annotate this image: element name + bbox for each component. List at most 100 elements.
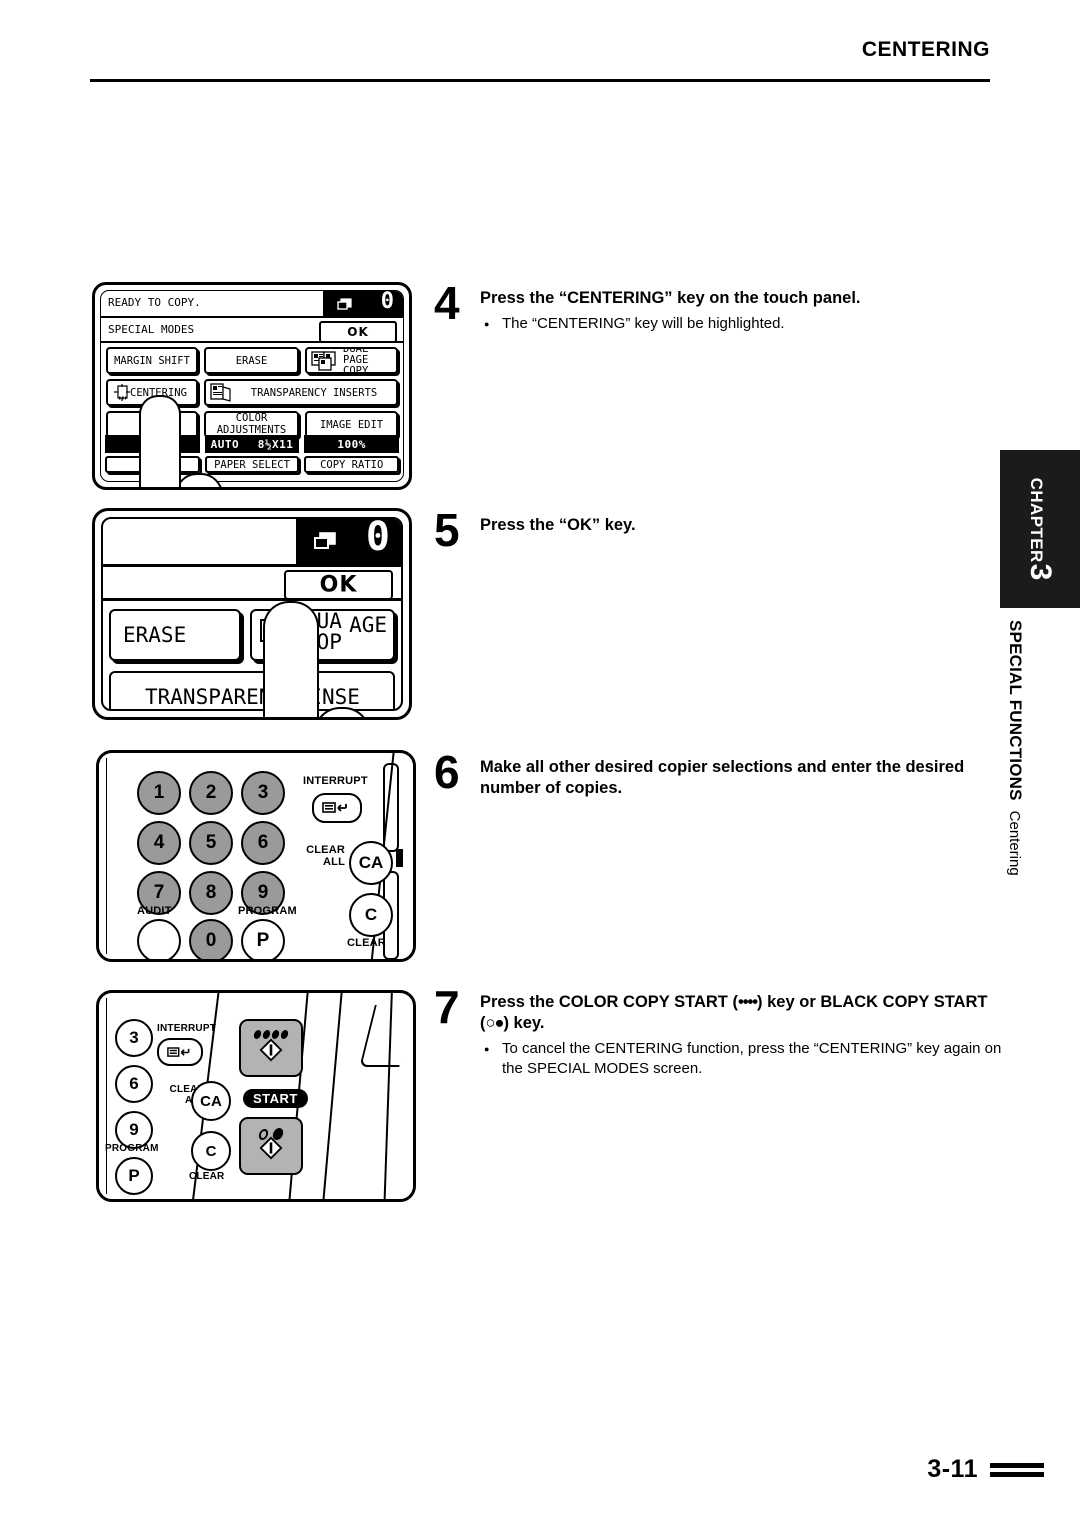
erase-key[interactable]: ERASE [204, 347, 299, 374]
step-6-heading: Make all other desired copier selections… [480, 758, 965, 798]
copy-ratio-value: 100% [304, 435, 400, 453]
panel-edge-slot-top [383, 763, 399, 852]
clear-label: CLEAR [189, 1171, 225, 1182]
step-7-bullet-1: To cancel the CENTERING function, press … [480, 1039, 1014, 1078]
transparency-inserts-key[interactable]: TRANSPARENCY INSERTS [204, 379, 398, 406]
copy-ratio-label[interactable]: COPY RATIO [304, 456, 400, 473]
ok-button-magnified[interactable]: OK [284, 570, 393, 600]
step-4-number: 4 [434, 277, 460, 329]
start-diamond-icon [259, 1038, 283, 1067]
key-3[interactable]: 3 [115, 1019, 153, 1057]
page-header: CENTERING [90, 38, 990, 82]
interrupt-key[interactable] [157, 1038, 203, 1066]
magnified-key-row: ERASE DUA COP AGE [109, 609, 395, 661]
step-7-heading: Press the COLOR COPY START (••••) key or… [480, 992, 1014, 1034]
dual-page-copy-key[interactable]: DUAL PAGE COPY [305, 347, 398, 374]
copy-count-box: 0 [323, 291, 403, 318]
paper-tray-icon [314, 531, 338, 550]
magnified-transparency-row: TRANSPARENCY INSE [109, 671, 395, 709]
key-4[interactable]: 4 [137, 821, 181, 865]
step-7-number: 7 [434, 981, 460, 1033]
step-7: 7 Press the COLOR COPY START (••••) key … [434, 984, 1014, 1078]
image-edit-key[interactable]: IMAGE EDIT [305, 411, 398, 438]
keypad-shell: 1 2 3 4 5 6 7 8 9 0 P AUDIT PROGRAM INTE… [96, 750, 416, 962]
step-4-bullet-1: The “CENTERING” key will be highlighted. [480, 314, 1014, 334]
clear-all-key[interactable]: CA [349, 841, 393, 885]
color-adjustments-key[interactable]: COLOR ADJUSTMENTS [204, 411, 299, 438]
color-copy-start-button[interactable] [239, 1019, 303, 1077]
interrupt-label: INTERRUPT [303, 775, 368, 787]
key-6[interactable]: 6 [115, 1065, 153, 1103]
clear-all-line2: ALL [323, 855, 345, 868]
color-start-symbol: •••• [737, 993, 758, 1011]
dual-page-copy-icon [311, 350, 337, 371]
clear-all-key[interactable]: CA [191, 1081, 231, 1121]
touch-panel-status-bar: READY TO COPY. 0 [101, 291, 403, 318]
touch-panel-shell: READY TO COPY. 0 SPECIAL MODES OK MARGIN… [92, 282, 412, 490]
copy-count-value: 0 [380, 290, 394, 314]
clear-key[interactable]: C [191, 1131, 231, 1171]
step-7-heading-part-a: Press the COLOR COPY START ( [480, 993, 738, 1011]
clear-key[interactable]: C [349, 893, 393, 937]
magnified-copy-count-value: 0 [365, 517, 390, 560]
ok-button-label: OK [319, 572, 358, 598]
copy-ratio-segment: 100% COPY RATIO [304, 435, 400, 478]
start-diamond-icon [259, 1136, 283, 1165]
interrupt-key[interactable] [312, 793, 362, 823]
magnified-panel-shell: 0 OK ERASE DUA COP AGE TRANSPARENCY INSE [92, 508, 412, 720]
key-8[interactable]: 8 [189, 871, 233, 915]
erase-key-magnified[interactable]: ERASE [109, 609, 241, 661]
step-5-heading: Press the “OK” key. [480, 516, 636, 534]
margin-shift-key[interactable]: MARGIN SHIFT [106, 347, 198, 374]
magnified-copy-count-box: 0 [296, 519, 401, 567]
clear-label: CLEAR [347, 937, 386, 949]
numeric-keypad-illustration: 1 2 3 4 5 6 7 8 9 0 P AUDIT PROGRAM INTE… [96, 750, 416, 962]
key-2[interactable]: 2 [189, 771, 233, 815]
status-message: READY TO COPY. [108, 296, 201, 309]
audit-key[interactable] [137, 919, 181, 959]
dual-page-copy-tail: AGE [349, 613, 387, 637]
step-7-heading-part-c: ) key. [503, 1014, 545, 1033]
ok-button[interactable]: OK [319, 321, 397, 343]
paper-select-label[interactable]: PAPER SELECT [204, 456, 300, 473]
color-adjustments-line2: ADJUSTMENTS [216, 423, 287, 436]
key-1[interactable]: 1 [137, 771, 181, 815]
step-4: 4 Press the “CENTERING” key on the touch… [434, 280, 1014, 334]
key-6[interactable]: 6 [241, 821, 285, 865]
color-adjustments-line1: COLOR [235, 412, 268, 425]
key-row-1: MARGIN SHIFT ERASE DUAL PAGE COPY [106, 347, 398, 374]
pointing-finger [139, 395, 181, 487]
paper-value-left: AUTO [210, 437, 240, 451]
step-7-bullets: To cancel the CENTERING function, press … [480, 1039, 1014, 1078]
pointing-finger [263, 601, 319, 717]
program-label: PROGRAM [105, 1143, 159, 1154]
page-number: 3-11 [927, 1455, 978, 1483]
black-start-symbol: ○● [485, 1014, 505, 1033]
step-4-bullets: The “CENTERING” key will be highlighted. [480, 314, 1014, 334]
touch-panel-special-modes-illustration: READY TO COPY. 0 SPECIAL MODES OK MARGIN… [92, 282, 412, 490]
transparency-inserts-key-magnified[interactable]: TRANSPARENCY INSE [109, 671, 395, 709]
program-key[interactable]: P [241, 919, 285, 959]
dual-page-copy-line2: COPY [343, 365, 369, 374]
key-3[interactable]: 3 [241, 771, 285, 815]
panel-seam-3 [320, 993, 344, 1199]
touch-panel-ok-illustration: 0 OK ERASE DUA COP AGE TRANSPARENCY INSE [92, 508, 412, 720]
step-6-number: 6 [434, 746, 460, 798]
paper-value: AUTO 8½X11 [204, 435, 300, 453]
special-modes-title: SPECIAL MODES [108, 323, 195, 336]
black-copy-start-button[interactable] [239, 1117, 303, 1175]
program-label: PROGRAM [238, 905, 297, 917]
paper-tray-icon [337, 297, 353, 310]
interrupt-icon [166, 1046, 189, 1057]
step-5: 5 Press the “OK” key. [434, 507, 1014, 553]
header-rule [90, 79, 990, 82]
start-label: START [243, 1089, 308, 1108]
chapter-tab-number: 3 [1024, 563, 1057, 581]
page-footer: 3-11 [927, 1455, 1044, 1484]
program-key[interactable]: P [115, 1157, 153, 1195]
key-5[interactable]: 5 [189, 821, 233, 865]
special-modes-bar: SPECIAL MODES OK [101, 318, 403, 343]
magnified-status-bar: 0 [103, 519, 401, 567]
paper-select-segment: AUTO 8½X11 PAPER SELECT [204, 435, 300, 478]
key-0[interactable]: 0 [189, 919, 233, 959]
